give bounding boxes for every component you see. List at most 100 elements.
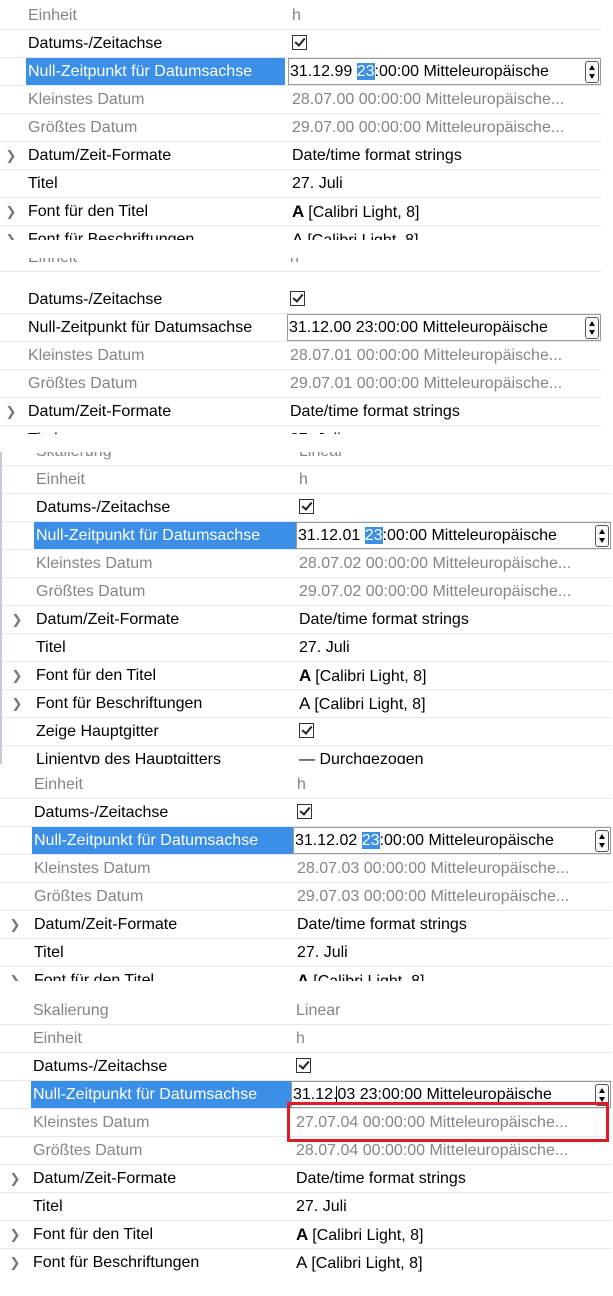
row-skalierung[interactable]: Skalierung Linear (0, 1003, 611, 1025)
row-kleinstes[interactable]: Kleinstes Datum 28.07.03 00:00:00 Mittel… (0, 855, 611, 883)
spinner[interactable] (585, 61, 599, 83)
row-formate[interactable]: ❯ Datum/Zeit-Formate Date/time format st… (0, 911, 611, 939)
spinner[interactable] (585, 317, 599, 339)
label-skalierung: Skalierung (33, 1003, 109, 1019)
chevron-right-icon[interactable]: ❯ (6, 690, 28, 717)
nullzeit-text[interactable]: 31.12.02 23:00:00 Mitteleuropäische (295, 828, 554, 853)
checkbox-checked-icon[interactable] (296, 1058, 311, 1074)
nullzeit-hour-selected[interactable]: 23 (364, 527, 383, 544)
nullzeit-editor[interactable]: 31.12.01 23:00:00 Mitteleuropäische (296, 522, 611, 549)
nullzeit-text[interactable]: 31.12.00 23:00:00 Mitteleuropäische (289, 315, 548, 340)
value-einheit: h (299, 471, 308, 488)
spin-up-icon[interactable] (589, 65, 595, 70)
row-titel[interactable]: Titel 27. Juli (0, 1193, 611, 1221)
row-font-beschr[interactable]: ❯ Font für Beschriftungen A[Calibri Ligh… (2, 690, 611, 718)
checkbox-checked-icon[interactable] (297, 804, 312, 820)
row-einheit[interactable]: Einheit h (0, 258, 601, 272)
row-datumsachse[interactable]: Datums-/Zeitachse (0, 799, 611, 827)
row-einheit[interactable]: Einheit h (0, 2, 601, 30)
row-einheit[interactable]: Einheit h (0, 1025, 611, 1053)
checkbox-datumsachse[interactable] (296, 1053, 311, 1080)
row-kleinstes[interactable]: Kleinstes Datum 28.07.02 00:00:00 Mittel… (2, 550, 611, 578)
row-linientyp[interactable]: Linientyp des Hauptgitters — Durchgezoge… (2, 746, 611, 764)
nullzeit-hour-selected[interactable]: 23 (361, 832, 380, 849)
font-titel-text: [Calibri Light, 8] (308, 204, 420, 221)
chevron-right-icon[interactable]: ❯ (4, 1249, 26, 1276)
row-einheit[interactable]: Einheit h (2, 466, 611, 494)
spin-up-icon[interactable] (599, 529, 605, 534)
checkbox-hauptgitter[interactable] (299, 718, 314, 745)
chevron-right-icon[interactable]: ❯ (4, 1221, 26, 1248)
chevron-right-icon[interactable]: ❯ (0, 198, 22, 225)
nullzeit-text[interactable]: 31.12.01 23:00:00 Mitteleuropäische (298, 523, 557, 548)
row-formate[interactable]: ❯ Datum/Zeit-Formate Date/time format st… (0, 142, 601, 170)
chevron-right-icon[interactable]: ❯ (4, 911, 26, 938)
checkbox-datumsachse[interactable] (299, 494, 314, 521)
row-font-titel[interactable]: ❯ Font für den Titel A[Calibri Light, 8] (2, 662, 611, 690)
row-nullzeit[interactable]: Null-Zeitpunkt für Datumsachse 31.12.02 … (0, 827, 611, 855)
row-einheit[interactable]: Einheit h (0, 771, 611, 799)
row-nullzeit[interactable]: Null-Zeitpunkt für Datumsachse 31.12.99 … (0, 58, 601, 86)
nullzeit-editor[interactable]: 31.12.00 23:00:00 Mitteleuropäische (287, 314, 601, 341)
row-formate[interactable]: ❯ Datum/Zeit-Formate Date/time format st… (2, 606, 611, 634)
row-font-beschr[interactable]: ❯ Font für Beschriftungen A[Calibri Ligh… (0, 1249, 611, 1276)
chevron-right-icon[interactable]: ❯ (6, 662, 28, 689)
row-titel[interactable]: Titel 27. Juli (0, 939, 611, 967)
spin-up-icon[interactable] (599, 834, 605, 839)
spin-up-icon[interactable] (599, 1088, 605, 1093)
chevron-right-icon[interactable]: ❯ (4, 1165, 26, 1192)
spin-down-icon[interactable] (599, 843, 605, 848)
row-kleinstes[interactable]: Kleinstes Datum 28.07.00 00:00:00 Mittel… (0, 86, 601, 114)
chevron-right-icon[interactable]: ❯ (0, 226, 22, 240)
row-font-titel[interactable]: ❯ Font für den Titel A[Calibri Light, 8] (0, 967, 611, 981)
nullzeit-hour-selected[interactable]: 23 (356, 63, 375, 80)
chevron-right-icon[interactable]: ❯ (0, 398, 22, 425)
row-titel[interactable]: Titel 27. Juli (0, 170, 601, 198)
row-titel[interactable]: Titel 27. Juli (2, 634, 611, 662)
checkbox-checked-icon[interactable] (292, 35, 307, 51)
spin-down-icon[interactable] (599, 538, 605, 543)
row-nullzeit[interactable]: Null-Zeitpunkt für Datumsachse 31.12.00 … (0, 314, 601, 342)
row-font-titel[interactable]: ❯ Font für den Titel A[Calibri Light, 8] (0, 1221, 611, 1249)
row-groesstes[interactable]: Größtes Datum 29.07.01 00:00:00 Mitteleu… (0, 370, 601, 398)
chevron-right-icon[interactable]: ❯ (4, 967, 26, 981)
row-nullzeit[interactable]: Null-Zeitpunkt für Datumsachse 31.12.01 … (2, 522, 611, 550)
row-groesstes[interactable]: Größtes Datum 29.07.03 00:00:00 Mitteleu… (0, 883, 611, 911)
chevron-right-icon[interactable]: ❯ (6, 606, 28, 633)
nullzeit-year[interactable]: 03 (337, 1086, 355, 1103)
spinner[interactable] (595, 830, 609, 852)
row-titel[interactable]: Titel 27. Juli (0, 426, 601, 434)
row-groesstes[interactable]: Größtes Datum 29.07.02 00:00:00 Mitteleu… (2, 578, 611, 606)
nullzeit-hour[interactable]: 23 (356, 319, 374, 336)
checkbox-checked-icon[interactable] (299, 723, 314, 739)
row-skalierung[interactable]: Skalierung Linear (2, 452, 611, 466)
nullzeit-editor[interactable]: 31.12.02 23:00:00 Mitteleuropäische (293, 827, 611, 854)
font-beschr-text: [Calibri Light, 8] (311, 1255, 423, 1272)
nullzeit-editor[interactable]: 31.12.99 23:00:00 Mitteleuropäische (288, 58, 601, 85)
checkbox-checked-icon[interactable] (290, 291, 305, 307)
label-groesstes: Größtes Datum (34, 888, 144, 905)
chevron-right-icon[interactable]: ❯ (0, 142, 22, 169)
row-groesstes[interactable]: Größtes Datum 29.07.00 00:00:00 Mitteleu… (0, 114, 601, 142)
spin-down-icon[interactable] (589, 74, 595, 79)
spin-up-icon[interactable] (589, 321, 595, 326)
spinner[interactable] (595, 525, 609, 547)
row-datumsachse[interactable]: Datums-/Zeitachse (0, 286, 601, 314)
row-datumsachse[interactable]: Datums-/Zeitachse (2, 494, 611, 522)
checkbox-datumsachse[interactable] (292, 30, 307, 57)
row-kleinstes[interactable]: Kleinstes Datum 28.07.01 00:00:00 Mittel… (0, 342, 601, 370)
row-datumsachse[interactable]: Datums-/Zeitachse (0, 1053, 611, 1081)
label-kleinstes: Kleinstes Datum (33, 1114, 150, 1131)
spin-down-icon[interactable] (589, 330, 595, 335)
checkbox-datumsachse[interactable] (297, 799, 312, 826)
row-datumsachse[interactable]: Datums-/Zeitachse (0, 30, 601, 58)
checkbox-checked-icon[interactable] (299, 499, 314, 515)
value-einheit: h (292, 7, 301, 24)
nullzeit-text[interactable]: 31.12.99 23:00:00 Mitteleuropäische (290, 59, 549, 84)
checkbox-datumsachse[interactable] (290, 286, 305, 313)
row-hauptgitter[interactable]: Zeige Hauptgitter (2, 718, 611, 746)
row-formate[interactable]: ❯ Datum/Zeit-Formate Date/time format st… (0, 1165, 611, 1193)
row-formate[interactable]: ❯ Datum/Zeit-Formate Date/time format st… (0, 398, 601, 426)
row-font-titel[interactable]: ❯ Font für den Titel A[Calibri Light, 8] (0, 198, 601, 226)
row-font-beschr[interactable]: ❯ Font für Beschriftungen A[Calibri Ligh… (0, 226, 601, 240)
